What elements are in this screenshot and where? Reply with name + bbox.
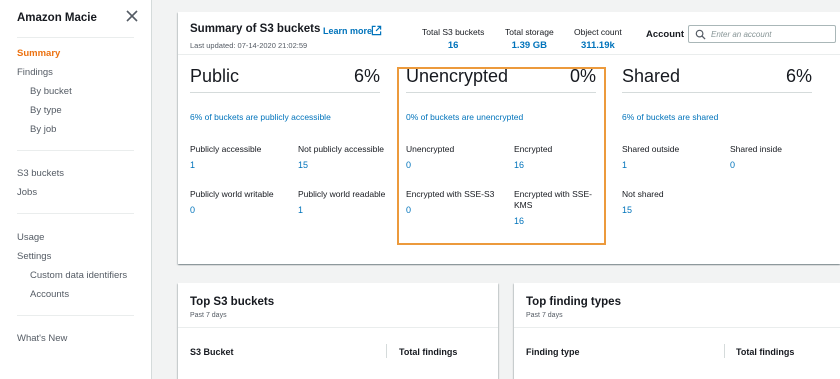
metric-not-publicly-accessible: Not publicly accessible 15 (298, 144, 402, 170)
metric-shared-inside: Shared inside 0 (730, 144, 834, 170)
top-finding-types-card: Top finding types Past 7 days Finding ty… (514, 283, 840, 379)
sidebar-item-by-type[interactable]: By type (30, 105, 62, 116)
column-header-total-findings[interactable]: Total findings (736, 347, 794, 357)
account-search-field[interactable] (688, 25, 836, 43)
sidebar-item-jobs[interactable]: Jobs (17, 187, 37, 198)
column-header-finding-type[interactable]: Finding type (526, 347, 580, 357)
sidebar-item-findings[interactable]: Findings (17, 67, 53, 78)
sidebar-divider (17, 150, 134, 151)
sidebar-item-by-bucket[interactable]: By bucket (30, 86, 72, 97)
metric-shared-outside: Shared outside 1 (622, 144, 726, 170)
sidebar-divider (17, 213, 134, 214)
metric-value[interactable]: 1 (298, 205, 402, 215)
sidebar-item-custom-data-identifiers[interactable]: Custom data identifiers (30, 270, 127, 281)
top-s3-buckets-card: Top S3 buckets Past 7 days S3 Bucket Tot… (178, 283, 498, 379)
column-title: Public (190, 66, 240, 86)
column-separator (724, 344, 725, 358)
metric-not-shared: Not shared 15 (622, 189, 726, 215)
summary-divider (178, 54, 840, 55)
card-divider (514, 327, 840, 328)
card-subtitle: Past 7 days (526, 312, 563, 319)
metric-value[interactable]: 15 (298, 160, 402, 170)
summary-title: Summary of S3 buckets (190, 23, 321, 35)
column-header-total-findings[interactable]: Total findings (399, 347, 457, 357)
sidebar-divider (17, 315, 134, 316)
account-label: Account (646, 29, 684, 40)
metric-label: Publicly world writable (190, 189, 274, 199)
column-percent: 6% (353, 66, 380, 86)
last-updated-text: Last updated: 07-14-2020 21:02:59 (190, 41, 308, 50)
side-navigation: Amazon Macie Summary Findings By bucket … (0, 0, 152, 379)
stat-object-count: Object count 311.19k (574, 27, 622, 51)
card-divider (178, 327, 498, 328)
sidebar-item-accounts[interactable]: Accounts (30, 289, 69, 300)
column-header: Shared 6% (622, 66, 812, 86)
sidebar-item-usage[interactable]: Usage (17, 232, 44, 243)
account-search-input[interactable] (711, 27, 831, 41)
metric-publicly-accessible: Publicly accessible 1 (190, 144, 294, 170)
unencrypted-highlight-box (397, 67, 606, 245)
metric-label: Shared outside (622, 144, 680, 154)
search-icon (695, 29, 706, 40)
column-title: Shared (622, 66, 681, 86)
stat-value: 16 (447, 40, 459, 51)
public-buckets-link[interactable]: 6% of buckets are publicly accessible (190, 112, 331, 122)
sidebar-item-by-job[interactable]: By job (30, 124, 56, 135)
stat-label: Total S3 buckets (422, 27, 485, 37)
column-rule (622, 92, 812, 93)
metric-label: Publicly accessible (190, 144, 262, 154)
sidebar-item-s3-buckets[interactable]: S3 buckets (17, 168, 64, 179)
metric-label: Not shared (622, 189, 664, 199)
column-header: Public 6% (190, 66, 380, 86)
stat-total-storage: Total storage 1.39 GB (505, 27, 554, 51)
sidebar-title: Amazon Macie (17, 12, 97, 24)
stat-label: Object count (574, 27, 622, 37)
stat-value: 311.19k (580, 40, 615, 51)
column-rule (190, 92, 380, 93)
stat-value: 1.39 GB (511, 40, 548, 51)
card-subtitle: Past 7 days (190, 312, 227, 319)
metric-publicly-world-readable: Publicly world readable 1 (298, 189, 402, 215)
metric-publicly-world-writable: Publicly world writable 0 (190, 189, 294, 215)
metric-value[interactable]: 1 (622, 160, 726, 170)
shared-buckets-link[interactable]: 6% of buckets are shared (622, 112, 718, 122)
sidebar-item-summary[interactable]: Summary (17, 48, 60, 59)
external-link-icon[interactable] (371, 25, 382, 36)
metric-value[interactable]: 15 (622, 205, 726, 215)
card-title: Top S3 buckets (190, 296, 275, 308)
sidebar-divider (17, 37, 134, 38)
metric-value[interactable]: 0 (730, 160, 834, 170)
column-percent: 6% (785, 66, 812, 86)
sidebar-item-whats-new[interactable]: What's New (17, 333, 67, 344)
metric-label: Not publicly accessible (298, 144, 384, 154)
metric-value[interactable]: 1 (190, 160, 294, 170)
card-title: Top finding types (526, 296, 621, 308)
metric-label: Shared inside (730, 144, 782, 154)
stat-total-buckets: Total S3 buckets 16 (422, 27, 484, 51)
close-icon[interactable] (124, 8, 140, 24)
stat-label: Total storage (505, 27, 554, 37)
column-header-s3-bucket[interactable]: S3 Bucket (190, 347, 234, 357)
sidebar-item-settings[interactable]: Settings (17, 251, 51, 262)
metric-value[interactable]: 0 (190, 205, 294, 215)
learn-more-link[interactable]: Learn more (323, 26, 372, 36)
column-separator (386, 344, 387, 358)
metric-label: Publicly world readable (298, 189, 386, 199)
